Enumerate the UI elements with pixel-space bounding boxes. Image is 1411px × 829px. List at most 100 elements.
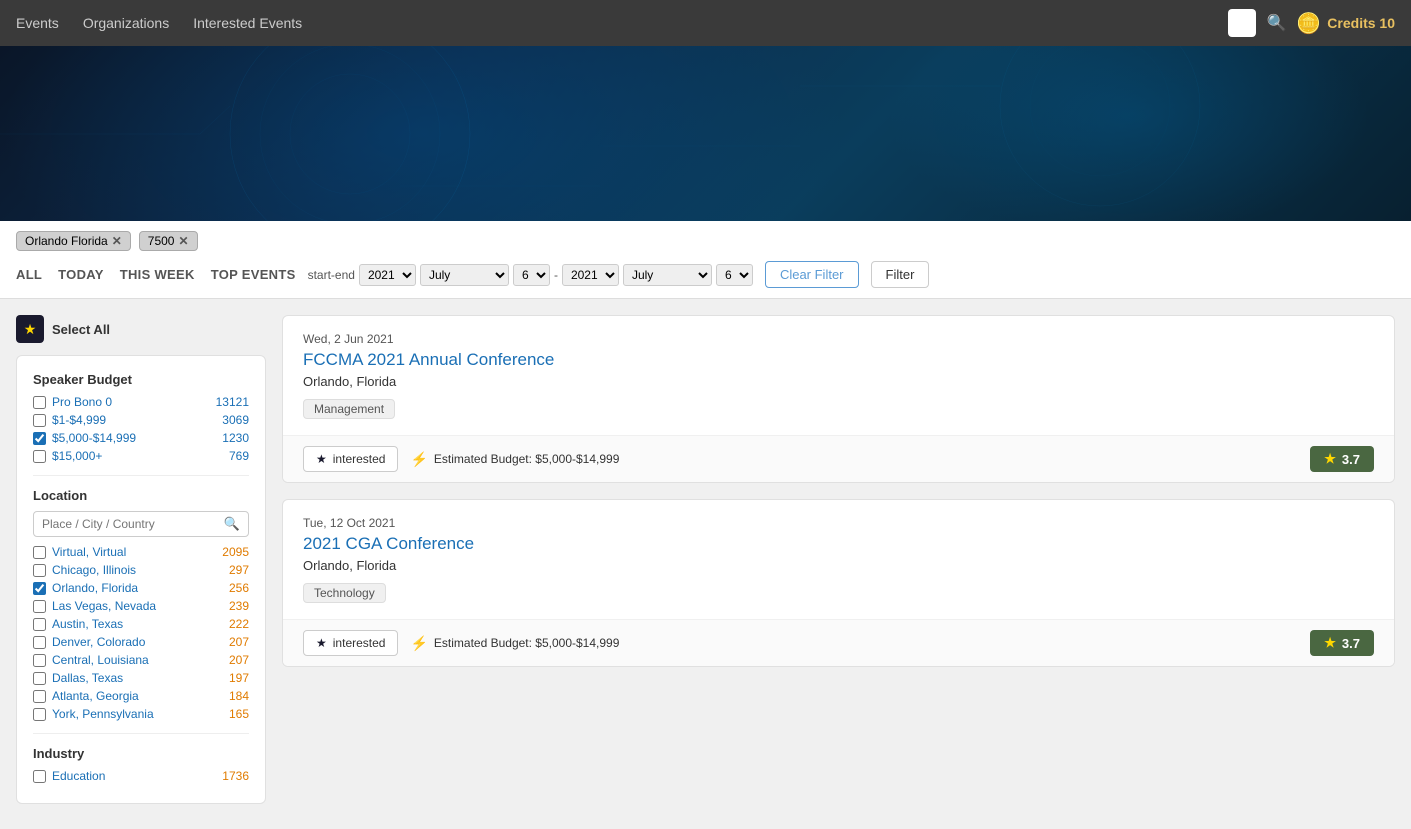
filter-tabs: ALL TODAY THIS WEEK TOP EVENTS bbox=[16, 263, 296, 286]
location-label-4[interactable]: Austin, Texas bbox=[52, 617, 123, 631]
event-title-0[interactable]: FCCMA 2021 Annual Conference bbox=[303, 350, 1374, 370]
budget-label-1[interactable]: $1-$4,999 bbox=[52, 413, 106, 427]
end-month-select[interactable]: JanuaryFebruaryMarchApril MayJuneJulyAug… bbox=[623, 264, 712, 286]
interested-star-icon-0: ★ bbox=[316, 452, 327, 466]
search-icon[interactable]: 🔍 bbox=[1266, 13, 1286, 33]
industry-count-0: 1736 bbox=[222, 769, 249, 783]
location-checkbox-5[interactable] bbox=[33, 636, 46, 649]
location-title: Location bbox=[33, 488, 249, 503]
budget-label-3[interactable]: $15,000+ bbox=[52, 449, 102, 463]
location-checkbox-0[interactable] bbox=[33, 546, 46, 559]
rating-button-1[interactable]: ★ 3.7 bbox=[1310, 630, 1374, 656]
location-label-7[interactable]: Dallas, Texas bbox=[52, 671, 123, 685]
location-label-0[interactable]: Virtual, Virtual bbox=[52, 545, 126, 559]
tab-top-events[interactable]: TOP EVENTS bbox=[211, 263, 296, 286]
location-checkbox-7[interactable] bbox=[33, 672, 46, 685]
start-day-select[interactable]: 1234 567 bbox=[513, 264, 550, 286]
location-count-3: 239 bbox=[229, 599, 249, 613]
location-checkbox-9[interactable] bbox=[33, 708, 46, 721]
budget-item-2: $5,000-$14,999 1230 bbox=[33, 431, 249, 445]
interested-button-0[interactable]: ★ interested bbox=[303, 446, 398, 472]
location-count-1: 297 bbox=[229, 563, 249, 577]
hero-decoration bbox=[0, 46, 1411, 221]
filter-tag-7500-remove[interactable]: ✕ bbox=[178, 234, 188, 248]
interested-label-1: interested bbox=[333, 636, 386, 650]
start-year-select[interactable]: 202120222023 bbox=[359, 264, 416, 286]
event-card-0: Wed, 2 Jun 2021 FCCMA 2021 Annual Confer… bbox=[282, 315, 1395, 483]
event-card-1: Tue, 12 Oct 2021 2021 CGA Conference Orl… bbox=[282, 499, 1395, 667]
location-item-0: Virtual, Virtual 2095 bbox=[33, 545, 249, 559]
location-checkbox-3[interactable] bbox=[33, 600, 46, 613]
tab-this-week[interactable]: THIS WEEK bbox=[120, 263, 195, 286]
start-month-select[interactable]: JanuaryFebruaryMarchApril MayJuneJulyAug… bbox=[420, 264, 509, 286]
filter-button[interactable]: Filter bbox=[871, 261, 930, 288]
location-checkbox-4[interactable] bbox=[33, 618, 46, 631]
location-checkbox-1[interactable] bbox=[33, 564, 46, 577]
location-label-2[interactable]: Orlando, Florida bbox=[52, 581, 138, 595]
budget-checkbox-1[interactable] bbox=[33, 414, 46, 427]
location-item-6: Central, Louisiana 207 bbox=[33, 653, 249, 667]
budget-item-3: $15,000+ 769 bbox=[33, 449, 249, 463]
location-label-9[interactable]: York, Pennsylvania bbox=[52, 707, 154, 721]
location-label-3[interactable]: Las Vegas, Nevada bbox=[52, 599, 156, 613]
location-count-8: 184 bbox=[229, 689, 249, 703]
tab-all[interactable]: ALL bbox=[16, 263, 42, 286]
event-title-1[interactable]: 2021 CGA Conference bbox=[303, 534, 1374, 554]
date-range-label: start-end bbox=[308, 268, 355, 282]
budget-label-2[interactable]: $5,000-$14,999 bbox=[52, 431, 136, 445]
industry-label-0[interactable]: Education bbox=[52, 769, 105, 783]
location-item-8: Atlanta, Georgia 184 bbox=[33, 689, 249, 703]
sidebar-panel: ★ Select All Speaker Budget Pro Bono 0 1… bbox=[16, 315, 282, 804]
tab-today[interactable]: TODAY bbox=[58, 263, 104, 286]
location-item-5: Denver, Colorado 207 bbox=[33, 635, 249, 649]
budget-label-0[interactable]: Pro Bono 0 bbox=[52, 395, 112, 409]
location-count-2: 256 bbox=[229, 581, 249, 595]
interested-button-1[interactable]: ★ interested bbox=[303, 630, 398, 656]
budget-checkbox-0[interactable] bbox=[33, 396, 46, 409]
end-day-select[interactable]: 1234 567 bbox=[716, 264, 753, 286]
clear-filter-button[interactable]: Clear Filter bbox=[765, 261, 859, 288]
budget-item-1: $1-$4,999 3069 bbox=[33, 413, 249, 427]
sidebar: Speaker Budget Pro Bono 0 13121 $1-$4,99… bbox=[16, 355, 266, 804]
location-search-icon: 🔍 bbox=[224, 516, 240, 532]
active-filters: Orlando Florida ✕ 7500 ✕ bbox=[16, 231, 1395, 251]
industry-checkbox-0[interactable] bbox=[33, 770, 46, 783]
select-all-star-button[interactable]: ★ bbox=[16, 315, 44, 343]
filter-tag-orlando: Orlando Florida ✕ bbox=[16, 231, 131, 251]
location-label-5[interactable]: Denver, Colorado bbox=[52, 635, 145, 649]
nav-events[interactable]: Events bbox=[16, 11, 59, 35]
filter-tag-orlando-label: Orlando Florida bbox=[25, 234, 108, 248]
budget-count-3: 769 bbox=[229, 449, 249, 463]
nav-interested-events[interactable]: Interested Events bbox=[193, 11, 302, 35]
location-label-1[interactable]: Chicago, Illinois bbox=[52, 563, 136, 577]
date-range-separator: - bbox=[554, 268, 558, 282]
location-item-2: Orlando, Florida 256 bbox=[33, 581, 249, 595]
budget-count-0: 13121 bbox=[216, 395, 249, 409]
filter-tag-orlando-remove[interactable]: ✕ bbox=[112, 234, 122, 248]
nav-right: 🔍 🪙 Credits 10 bbox=[1228, 9, 1395, 37]
location-checkbox-2[interactable] bbox=[33, 582, 46, 595]
location-checkbox-6[interactable] bbox=[33, 654, 46, 667]
date-range: start-end 202120222023 JanuaryFebruaryMa… bbox=[308, 264, 753, 286]
rating-button-0[interactable]: ★ 3.7 bbox=[1310, 446, 1374, 472]
event-date-1: Tue, 12 Oct 2021 bbox=[303, 516, 1374, 530]
filter-controls: ALL TODAY THIS WEEK TOP EVENTS start-end… bbox=[16, 261, 1395, 288]
budget-checkbox-2[interactable] bbox=[33, 432, 46, 445]
rating-star-icon-0: ★ bbox=[1324, 451, 1336, 467]
event-card-body-1: Tue, 12 Oct 2021 2021 CGA Conference Orl… bbox=[283, 500, 1394, 619]
budget-checkbox-3[interactable] bbox=[33, 450, 46, 463]
nav-organizations[interactable]: Organizations bbox=[83, 11, 169, 35]
budget-item-0: Pro Bono 0 13121 bbox=[33, 395, 249, 409]
location-label-6[interactable]: Central, Louisiana bbox=[52, 653, 149, 667]
end-year-select[interactable]: 202120222023 bbox=[562, 264, 619, 286]
location-item-1: Chicago, Illinois 297 bbox=[33, 563, 249, 577]
industry-item-0: Education 1736 bbox=[33, 769, 249, 783]
navbar: Events Organizations Interested Events 🔍… bbox=[0, 0, 1411, 46]
location-search-input[interactable] bbox=[42, 517, 218, 531]
location-label-8[interactable]: Atlanta, Georgia bbox=[52, 689, 139, 703]
location-item-7: Dallas, Texas 197 bbox=[33, 671, 249, 685]
interested-star-icon-1: ★ bbox=[316, 636, 327, 650]
location-checkbox-8[interactable] bbox=[33, 690, 46, 703]
location-item-9: York, Pennsylvania 165 bbox=[33, 707, 249, 721]
select-all-label[interactable]: Select All bbox=[52, 322, 110, 337]
